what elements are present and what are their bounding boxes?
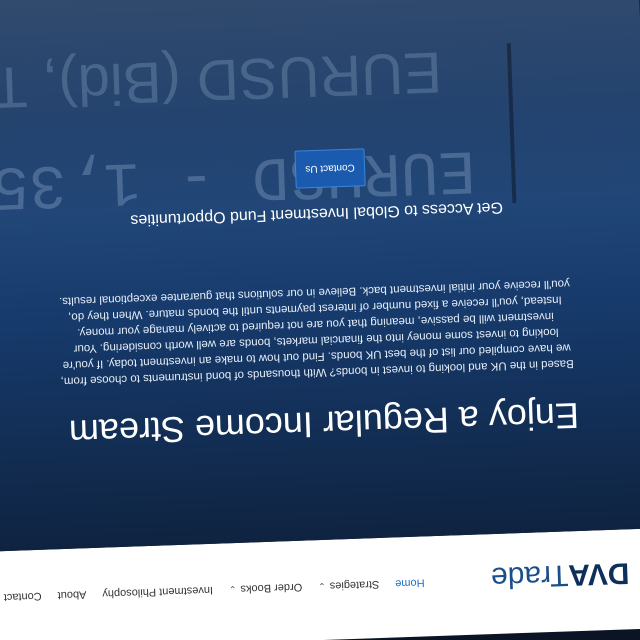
nav-item-home[interactable]: Home bbox=[395, 576, 425, 589]
brand-logo-suffix: Trade bbox=[490, 558, 569, 595]
nav-item-contact[interactable]: Contact bbox=[4, 590, 42, 603]
screenshot-stage: DVATrade Home Strategies⌄ Order Books⌄ I… bbox=[0, 0, 640, 640]
nav-item-order-books-label: Order Books bbox=[240, 580, 303, 595]
contact-us-button[interactable]: Contact Us bbox=[294, 148, 366, 189]
hero-section: EURUSD - 1,35379 - 00:0 EURUSD (Bid), Ti… bbox=[0, 0, 640, 552]
chevron-down-icon: ⌄ bbox=[228, 583, 237, 595]
brand-logo[interactable]: DVATrade bbox=[490, 555, 629, 594]
nav-item-order-books[interactable]: Order Books⌄ bbox=[229, 581, 303, 596]
rotated-view: DVATrade Home Strategies⌄ Order Books⌄ I… bbox=[0, 0, 640, 640]
nav-item-strategies[interactable]: Strategies⌄ bbox=[318, 578, 379, 592]
main-nav: Home Strategies⌄ Order Books⌄ Investment… bbox=[0, 576, 425, 603]
hero-body-text: Based in the UK and looking to invest in… bbox=[58, 277, 574, 388]
brand-logo-prefix: DVA bbox=[567, 556, 630, 592]
hero-headline: Enjoy a Regular Income Stream bbox=[68, 394, 580, 454]
web-page: DVATrade Home Strategies⌄ Order Books⌄ I… bbox=[0, 0, 640, 640]
chevron-down-icon: ⌄ bbox=[318, 580, 326, 592]
nav-item-strategies-label: Strategies bbox=[329, 578, 380, 592]
nav-item-investment-philosophy[interactable]: Investment Philosophy bbox=[102, 584, 213, 600]
nav-item-about[interactable]: About bbox=[57, 588, 86, 601]
